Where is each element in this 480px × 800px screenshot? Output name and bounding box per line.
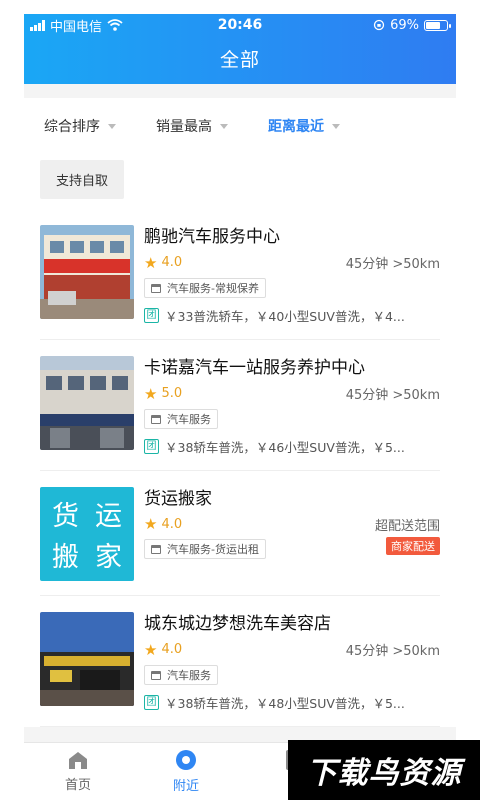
clock: 20:46 bbox=[217, 17, 263, 33]
tab-label: 附近 bbox=[172, 779, 199, 794]
group-deals: 团 ￥38轿车普洗，￥48小型SUV普洗，￥5... bbox=[144, 693, 440, 712]
category-tag: 汽车服务-常规保养 bbox=[144, 278, 266, 298]
chevron-down-icon bbox=[332, 123, 340, 129]
store-name: 货运搬家 bbox=[144, 489, 212, 509]
store-item[interactable]: 城东城边梦想洗车美容店 ★ 4.0 45分钟 >50km 汽车服务 团 ￥38轿车… bbox=[40, 596, 440, 727]
store-rating: ★ 4.0 bbox=[144, 641, 182, 659]
filter-label: 距离最近 bbox=[268, 119, 324, 135]
filter-comprehensive[interactable]: 综合排序 bbox=[44, 116, 116, 136]
store-rating: ★ 4.0 bbox=[144, 254, 182, 272]
shop-icon bbox=[151, 414, 161, 424]
category-tag: 汽车服务 bbox=[144, 665, 218, 685]
store-name: 鹏驰汽车服务中心 bbox=[144, 227, 280, 247]
thumb-char: 货 bbox=[52, 501, 79, 532]
group-deals: 团 ￥33普洗轿车，￥40小型SUV普洗，￥4... bbox=[144, 306, 440, 325]
thumb-char: 搬 bbox=[52, 542, 79, 573]
category-tag: 汽车服务 bbox=[144, 409, 218, 429]
page-title: 全部 bbox=[219, 49, 260, 71]
rating-value: 4.0 bbox=[161, 516, 183, 532]
self-pickup-button[interactable]: 支持自取 bbox=[40, 160, 125, 199]
sort-filter-bar: 综合排序 销量最高 距离最近 bbox=[24, 98, 456, 154]
delivery-time-distance: 45分钟 >50km bbox=[345, 257, 440, 272]
store-rating: ★ 4.0 bbox=[144, 515, 266, 533]
category-label: 汽车服务-货运出租 bbox=[167, 543, 259, 556]
battery-icon bbox=[424, 19, 451, 31]
tab-nearby[interactable]: 附近 bbox=[132, 743, 240, 800]
merchant-delivery-badge: 商家配送 bbox=[386, 537, 440, 555]
category-tag: 汽车服务-货运出租 bbox=[144, 539, 266, 559]
filter-label: 销量最高 bbox=[156, 119, 212, 135]
store-name: 城东城边梦想洗车美容店 bbox=[144, 614, 331, 634]
store-photo bbox=[40, 356, 134, 450]
store-rating: ★ 5.0 bbox=[144, 385, 182, 403]
status-bar: 中国电信 20:46 69% bbox=[24, 14, 456, 36]
store-photo: 货 运 搬 家 bbox=[40, 487, 134, 581]
rating-value: 4.0 bbox=[161, 642, 183, 657]
star-icon: ★ bbox=[144, 515, 158, 533]
store-item[interactable]: 货 运 搬 家 货运搬家 ★ 4.0 汽车服务-货运出租 超配送范围 商家配送 bbox=[40, 471, 440, 596]
store-photo bbox=[40, 612, 134, 706]
deal-text: ￥38轿车普洗，￥48小型SUV普洗，￥5... bbox=[165, 696, 405, 711]
rating-value: 5.0 bbox=[161, 386, 183, 401]
chevron-down-icon bbox=[220, 123, 228, 129]
tab-home[interactable]: 首页 bbox=[24, 743, 132, 800]
star-icon: ★ bbox=[144, 253, 158, 272]
delivery-range-note: 超配送范围 bbox=[374, 519, 440, 534]
category-label: 汽车服务-常规保养 bbox=[167, 282, 259, 295]
filter-distance[interactable]: 距离最近 bbox=[268, 116, 340, 136]
phone-screen: 中国电信 20:46 69% 全部 综合排序 销量最高 距离最近 支持自取 鹏驰… bbox=[24, 14, 456, 800]
shop-icon bbox=[151, 670, 161, 680]
home-icon bbox=[69, 752, 87, 769]
star-icon: ★ bbox=[144, 640, 158, 659]
shop-icon bbox=[151, 544, 161, 554]
delivery-time-distance: 45分钟 >50km bbox=[345, 388, 440, 403]
filter-label: 综合排序 bbox=[44, 119, 100, 135]
watermark-banner: 下载鸟资源 bbox=[288, 740, 480, 800]
group-buy-badge: 团 bbox=[144, 695, 159, 710]
category-label: 汽车服务 bbox=[167, 669, 211, 682]
chevron-down-icon bbox=[108, 123, 116, 129]
filter-sales[interactable]: 销量最高 bbox=[156, 116, 228, 136]
shop-icon bbox=[151, 283, 161, 293]
thumb-char: 运 bbox=[95, 501, 122, 532]
store-name: 卡诺嘉汽车一站服务养护中心 bbox=[144, 358, 365, 378]
location-icon bbox=[176, 750, 196, 770]
deal-text: ￥33普洗轿车，￥40小型SUV普洗，￥4... bbox=[165, 309, 405, 324]
category-label: 汽车服务 bbox=[167, 413, 211, 426]
rating-value: 4.0 bbox=[161, 255, 183, 270]
star-icon: ★ bbox=[144, 384, 158, 403]
tag-filter-row: 支持自取 bbox=[24, 154, 456, 209]
store-item[interactable]: 鹏驰汽车服务中心 ★ 4.0 45分钟 >50km 汽车服务-常规保养 团 ￥33… bbox=[40, 209, 440, 340]
app-header: 中国电信 20:46 69% 全部 bbox=[24, 14, 456, 84]
group-buy-badge: 团 bbox=[144, 308, 159, 323]
group-buy-badge: 团 bbox=[144, 439, 159, 454]
group-deals: 团 ￥38轿车普洗，￥46小型SUV普洗，￥5... bbox=[144, 437, 440, 456]
deal-text: ￥38轿车普洗，￥46小型SUV普洗，￥5... bbox=[165, 440, 405, 455]
store-list: 鹏驰汽车服务中心 ★ 4.0 45分钟 >50km 汽车服务-常规保养 团 ￥33… bbox=[24, 209, 456, 727]
store-photo bbox=[40, 225, 134, 319]
tab-label: 首页 bbox=[64, 778, 91, 793]
delivery-time-distance: 45分钟 >50km bbox=[345, 644, 440, 659]
thumb-char: 家 bbox=[95, 542, 122, 573]
store-item[interactable]: 卡诺嘉汽车一站服务养护中心 ★ 5.0 45分钟 >50km 汽车服务 团 ￥38… bbox=[40, 340, 440, 471]
